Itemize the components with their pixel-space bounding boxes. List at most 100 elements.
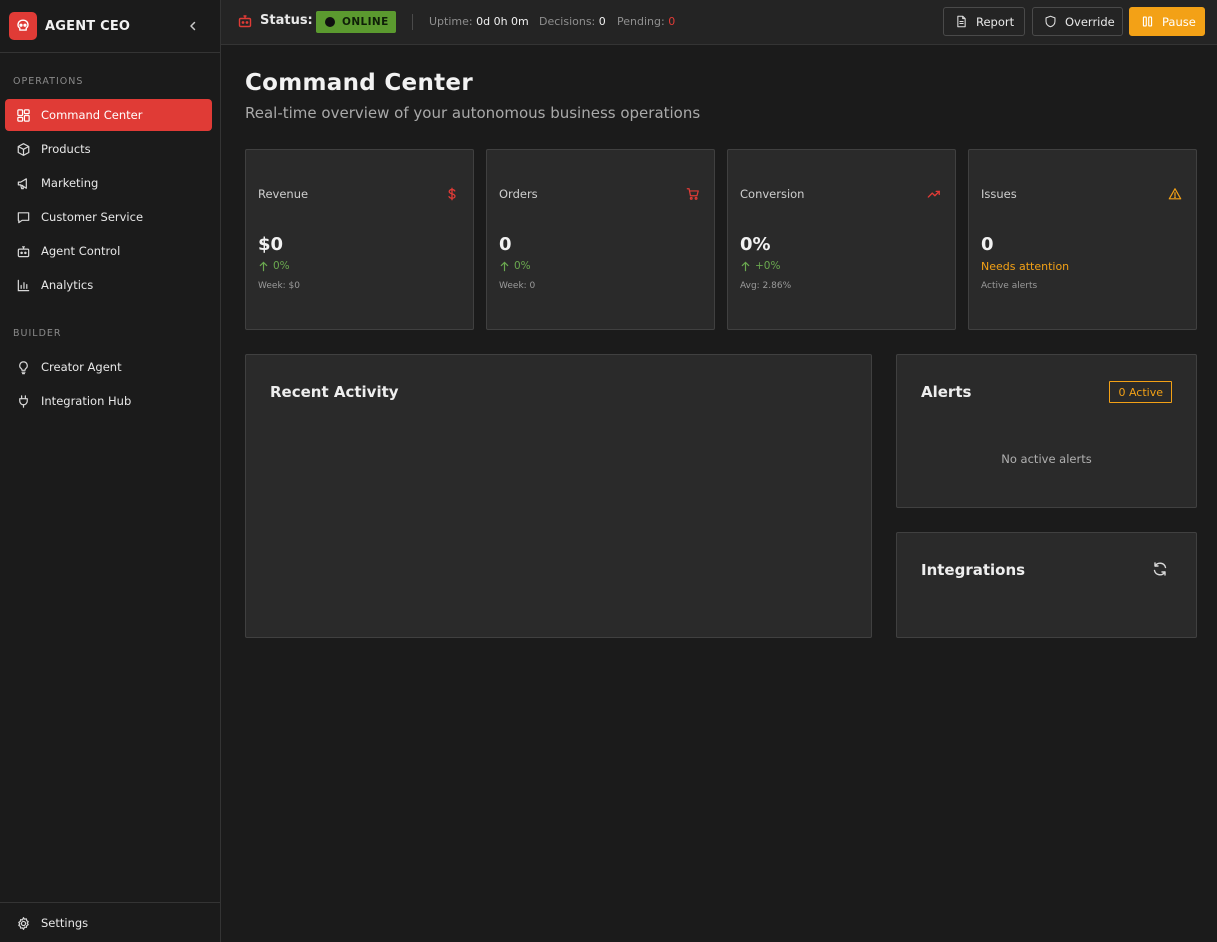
plug-icon xyxy=(14,392,32,410)
app-name: AGENT CEO xyxy=(45,18,131,34)
stat-value: 0 xyxy=(499,234,512,255)
skull-logo-icon xyxy=(9,12,37,40)
section-label-operations: OPERATIONS xyxy=(13,76,84,87)
page-subtitle: Real-time overview of your autonomous bu… xyxy=(245,104,701,122)
stat-sub: Avg: 2.86% xyxy=(740,281,792,291)
recent-activity-panel: Recent Activity xyxy=(245,354,872,638)
collapse-sidebar-button[interactable] xyxy=(184,17,202,35)
sidebar-item-customer-service[interactable]: Customer Service xyxy=(5,201,212,233)
sidebar: AGENT CEO OPERATIONS Command Center Prod… xyxy=(0,0,221,942)
pending-value: 0 xyxy=(668,15,676,28)
document-icon xyxy=(957,15,966,28)
stat-change-value: 0% xyxy=(514,260,531,272)
sidebar-item-label: Integration Hub xyxy=(41,394,132,408)
override-button-label: Override xyxy=(1065,14,1115,29)
sidebar-item-marketing[interactable]: Marketing xyxy=(5,167,212,199)
report-button[interactable]: Report xyxy=(943,7,1025,36)
sidebar-item-label: Command Center xyxy=(41,108,143,122)
pending-metric: Pending: 0 xyxy=(617,15,675,28)
stat-label: Orders xyxy=(499,187,538,201)
status-dot-icon xyxy=(325,17,335,27)
stat-change-value: +0% xyxy=(755,260,781,272)
decisions-label: Decisions: xyxy=(539,15,596,28)
arrow-up-icon xyxy=(741,261,750,271)
panel-title: Alerts xyxy=(921,383,972,401)
stat-change: +0% xyxy=(740,260,780,272)
sidebar-item-label: Products xyxy=(41,142,91,156)
alerts-count-badge: 0 Active xyxy=(1109,381,1172,403)
stat-card-issues: Issues 0 Needs attention Active alerts xyxy=(968,149,1197,330)
gear-icon xyxy=(14,914,32,932)
integrations-panel: Integrations xyxy=(896,532,1197,638)
stat-change: 0% xyxy=(258,260,290,272)
sidebar-item-label: Agent Control xyxy=(41,244,121,258)
chevron-left-icon xyxy=(190,21,196,31)
sidebar-item-creator-agent[interactable]: Creator Agent xyxy=(5,351,212,383)
sidebar-item-label: Analytics xyxy=(41,278,94,292)
sidebar-item-label: Customer Service xyxy=(41,210,144,224)
panel-title: Integrations xyxy=(921,561,1026,579)
stat-sub: Week: 0 xyxy=(499,281,536,291)
status-label: Status: xyxy=(260,13,313,28)
sidebar-item-label: Marketing xyxy=(41,176,99,190)
divider xyxy=(412,14,413,30)
alerts-empty-message: No active alerts xyxy=(1001,452,1092,466)
sidebar-item-settings[interactable]: Settings xyxy=(5,907,212,939)
stat-change-value: 0% xyxy=(273,260,290,272)
sidebar-item-integration-hub[interactable]: Integration Hub xyxy=(5,385,212,417)
pending-label: Pending: xyxy=(617,15,665,28)
warning-icon xyxy=(1168,187,1182,201)
uptime-label: Uptime: xyxy=(429,15,473,28)
dollar-icon xyxy=(445,187,459,201)
stat-sub: Active alerts xyxy=(981,281,1038,291)
pause-button[interactable]: Pause xyxy=(1129,7,1205,36)
override-button[interactable]: Override xyxy=(1032,7,1123,36)
stat-card-orders: Orders 0 0% Week: 0 xyxy=(486,149,715,330)
sidebar-item-label: Creator Agent xyxy=(41,360,122,374)
bar-chart-icon xyxy=(14,276,32,294)
cart-icon xyxy=(686,187,700,201)
stat-label: Conversion xyxy=(740,187,805,201)
stat-card-revenue: Revenue $0 0% Week: $0 xyxy=(245,149,474,330)
lightbulb-icon xyxy=(14,358,32,376)
sidebar-item-agent-control[interactable]: Agent Control xyxy=(5,235,212,267)
arrow-up-icon xyxy=(500,261,509,271)
stat-value: 0 xyxy=(981,234,994,255)
uptime-metric: Uptime: 0d 0h 0m xyxy=(429,15,529,28)
sidebar-footer: Settings xyxy=(0,902,220,942)
sidebar-item-command-center[interactable]: Command Center xyxy=(5,99,212,131)
stat-label: Revenue xyxy=(258,187,309,201)
stat-value: 0% xyxy=(740,234,771,255)
report-button-label: Report xyxy=(976,14,1015,29)
stat-sub: Week: $0 xyxy=(258,281,301,291)
stat-value: $0 xyxy=(258,234,284,255)
stat-card-conversion: Conversion 0% +0% Avg: 2.86% xyxy=(727,149,956,330)
megaphone-icon xyxy=(14,174,32,192)
status-badge: ONLINE xyxy=(316,11,396,33)
decisions-value: 0 xyxy=(598,15,606,28)
pause-icon xyxy=(1142,16,1153,27)
arrow-up-icon xyxy=(259,261,268,271)
robot-icon xyxy=(14,242,32,260)
stat-change: 0% xyxy=(499,260,531,272)
decisions-metric: Decisions: 0 xyxy=(539,15,606,28)
page-title: Command Center xyxy=(245,70,473,96)
brand: AGENT CEO xyxy=(0,0,220,53)
stat-label: Issues xyxy=(981,187,1017,201)
refresh-icon xyxy=(1153,562,1167,576)
refresh-integrations-button[interactable] xyxy=(1152,561,1168,577)
robot-status-icon xyxy=(237,13,253,29)
uptime-value: 0d 0h 0m xyxy=(476,15,529,28)
box-icon xyxy=(14,140,32,158)
chat-icon xyxy=(14,208,32,226)
dashboard-icon xyxy=(14,106,32,124)
alerts-panel: Alerts 0 Active No active alerts xyxy=(896,354,1197,508)
sidebar-item-products[interactable]: Products xyxy=(5,133,212,165)
panel-title: Recent Activity xyxy=(270,383,399,401)
section-label-builder: BUILDER xyxy=(13,328,62,339)
topbar: Status: ONLINE Uptime: 0d 0h 0m Decision… xyxy=(221,0,1217,45)
sidebar-item-analytics[interactable]: Analytics xyxy=(5,269,212,301)
pause-button-label: Pause xyxy=(1162,14,1196,29)
stat-attention: Needs attention xyxy=(981,260,1070,273)
sidebar-item-label: Settings xyxy=(41,916,89,930)
